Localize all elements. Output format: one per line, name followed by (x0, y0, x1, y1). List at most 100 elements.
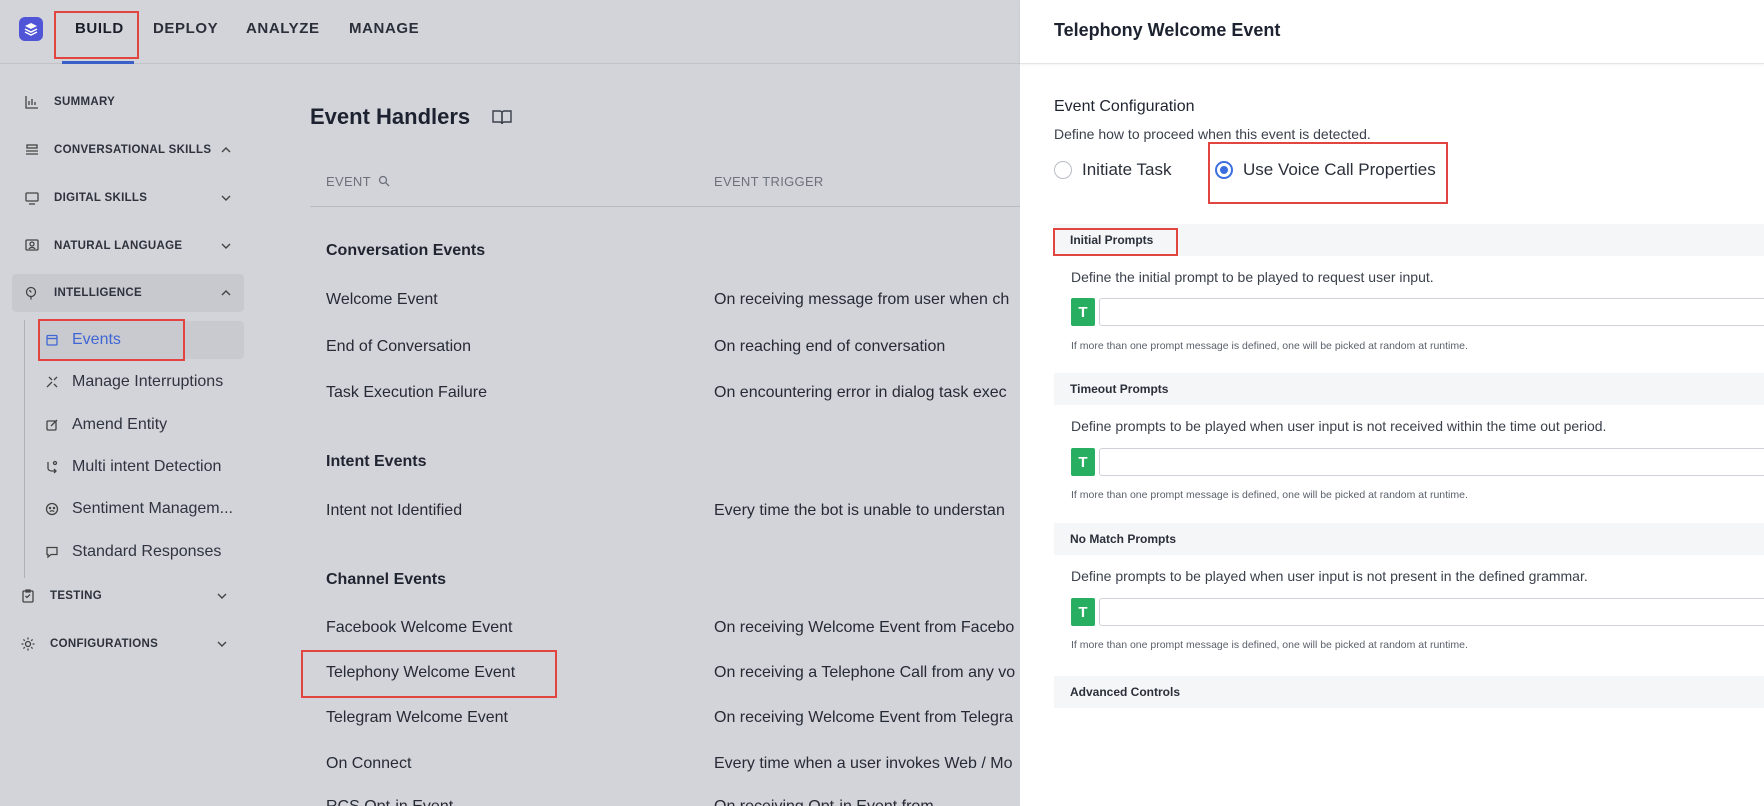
section-title: Advanced Controls (1070, 685, 1181, 699)
section-description: Define the initial prompt to be played t… (1071, 269, 1434, 285)
sidebar-item-label: TESTING (50, 590, 102, 602)
nav-tab-build[interactable]: BUILD (75, 20, 124, 37)
text-prompt-button[interactable]: T (1071, 598, 1095, 626)
initial-prompt-input[interactable] (1099, 298, 1764, 326)
text-prompt-button[interactable]: T (1071, 448, 1095, 476)
sidebar-item-label: NATURAL LANGUAGE (54, 240, 183, 252)
edit-icon (44, 417, 60, 433)
radio-use-voice-call-properties[interactable]: Use Voice Call Properties (1215, 160, 1436, 180)
sidebar-item-digital-skills[interactable]: DIGITAL SKILLS (12, 179, 244, 217)
timeout-prompt-row: T (1071, 448, 1764, 476)
sidebar-item-natural-language[interactable]: NATURAL LANGUAGE (12, 227, 244, 265)
documentation-book-icon[interactable] (491, 108, 513, 131)
sidebar-item-conversational-skills[interactable]: CONVERSATIONAL SKILLS (12, 131, 244, 169)
sidebar-subitem-sentiment-management[interactable]: Sentiment Managem... (38, 490, 244, 528)
sidebar-subitem-standard-responses[interactable]: Standard Responses (38, 533, 244, 571)
sidebar-item-label: DIGITAL SKILLS (54, 192, 148, 204)
event-trigger: On encountering error in dialog task exe… (714, 384, 1007, 401)
event-trigger: On receiving Welcome Event from Telegra (714, 709, 1014, 726)
clipboard-icon (18, 586, 38, 606)
sidebar-item-label: CONVERSATIONAL SKILLS (54, 144, 212, 156)
chevron-up-icon (220, 143, 232, 161)
top-navigation: BUILD DEPLOY ANALYZE MANAGE (0, 0, 1020, 64)
sidebar-subitem-events[interactable]: Events (38, 321, 244, 359)
section-title: Initial Prompts (1070, 233, 1154, 247)
section-description: Define prompts to be played when user in… (1071, 418, 1607, 434)
section-header-initial-prompts[interactable] (1054, 224, 1764, 256)
sidebar-subitem-manage-interruptions[interactable]: Manage Interruptions (38, 363, 244, 401)
sidebar-item-label: SUMMARY (54, 96, 116, 108)
event-name-telephony-welcome[interactable]: Telephony Welcome Event (326, 664, 515, 682)
group-title-conversation-events: Conversation Events (326, 242, 486, 259)
radio-label: Use Voice Call Properties (1243, 160, 1436, 179)
column-header-event[interactable]: EVENT (326, 174, 390, 190)
radio-initiate-task[interactable]: Initiate Task (1054, 160, 1171, 180)
stack-icon (22, 140, 42, 160)
event-trigger: On receiving Opt-in Event from (714, 798, 1020, 806)
chevron-down-icon (216, 589, 228, 607)
sidebar-subitem-label: Manage Interruptions (72, 373, 224, 390)
sidebar-item-testing[interactable]: TESTING (8, 577, 240, 615)
event-name[interactable]: RCS Opt-in Event (326, 798, 453, 806)
event-name[interactable]: Telegram Welcome Event (326, 709, 508, 727)
group-title-channel-events: Channel Events (326, 571, 447, 588)
interrupt-icon (44, 374, 60, 390)
column-header-event-trigger: EVENT TRIGGER (714, 174, 824, 189)
chevron-up-icon (220, 286, 232, 304)
event-configuration-desc: Define how to proceed when this event is… (1054, 126, 1371, 142)
multi-intent-icon (44, 459, 60, 475)
event-name[interactable]: On Connect (326, 755, 411, 773)
section-hint: If more than one prompt message is defin… (1071, 340, 1468, 352)
event-name[interactable]: Facebook Welcome Event (326, 619, 512, 637)
smiley-icon (44, 501, 60, 517)
event-trigger: On receiving message from user when ch (714, 291, 1010, 308)
sidebar-subitem-amend-entity[interactable]: Amend Entity (38, 406, 244, 444)
nav-tab-deploy[interactable]: DEPLOY (153, 20, 218, 37)
radio-circle[interactable] (1054, 161, 1072, 179)
event-trigger: Every time the bot is unable to understa… (714, 502, 1005, 519)
search-icon[interactable] (378, 175, 390, 190)
no-match-prompt-input[interactable] (1099, 598, 1764, 626)
sidebar-item-configurations[interactable]: CONFIGURATIONS (8, 625, 240, 663)
event-handlers-page: Event Handlers EVENT EVENT TRIGGER Conve… (255, 64, 1020, 806)
timeout-prompt-input[interactable] (1099, 448, 1764, 476)
bar-chart-icon (22, 92, 42, 112)
radio-label: Initiate Task (1082, 160, 1172, 179)
section-title: Timeout Prompts (1070, 382, 1169, 396)
text-prompt-button[interactable]: T (1071, 298, 1095, 326)
sidebar-subitem-label: Standard Responses (72, 543, 222, 560)
chevron-down-icon (216, 637, 228, 655)
app-logo-icon[interactable] (19, 17, 43, 41)
radio-circle-selected[interactable] (1215, 161, 1233, 179)
sidebar-item-intelligence[interactable]: INTELLIGENCE (12, 274, 244, 312)
panel-header: Telephony Welcome Event (1020, 0, 1764, 64)
event-name[interactable]: End of Conversation (326, 338, 471, 356)
sidebar-subitem-label: Events (72, 331, 121, 348)
chevron-down-icon (220, 191, 232, 209)
event-config-panel: Telephony Welcome Event Event Configurat… (1020, 0, 1764, 806)
gear-icon (18, 634, 38, 654)
event-name[interactable]: Task Execution Failure (326, 384, 487, 402)
sidebar-item-summary[interactable]: SUMMARY (12, 83, 244, 121)
sidebar-subitem-label: Amend Entity (72, 416, 168, 433)
brain-icon (22, 283, 42, 303)
section-description: Define prompts to be played when user in… (1071, 568, 1588, 584)
event-name[interactable]: Intent not Identified (326, 502, 462, 520)
panel-title: Telephony Welcome Event (1054, 20, 1281, 40)
event-trigger: Every time when a user invokes Web / Mo (714, 755, 1013, 772)
page-title: Event Handlers (310, 104, 471, 129)
section-hint: If more than one prompt message is defin… (1071, 489, 1468, 501)
sidebar-item-label: CONFIGURATIONS (50, 638, 159, 650)
sidebar-item-label: INTELLIGENCE (54, 287, 142, 299)
sidebar-subitem-label: Multi intent Detection (72, 458, 222, 475)
event-trigger: On receiving a Telephone Call from any v… (714, 664, 1016, 681)
nav-tab-manage[interactable]: MANAGE (349, 20, 419, 37)
nav-tab-analyze[interactable]: ANALYZE (246, 20, 320, 37)
group-title-intent-events: Intent Events (326, 453, 427, 470)
sidebar-subitem-multi-intent-detection[interactable]: Multi intent Detection (38, 448, 244, 486)
chat-bubble-icon (44, 544, 60, 560)
submenu-guide-line (24, 320, 25, 578)
monitor-icon (22, 188, 42, 208)
event-name[interactable]: Welcome Event (326, 291, 438, 309)
event-trigger: On reaching end of conversation (714, 338, 946, 355)
